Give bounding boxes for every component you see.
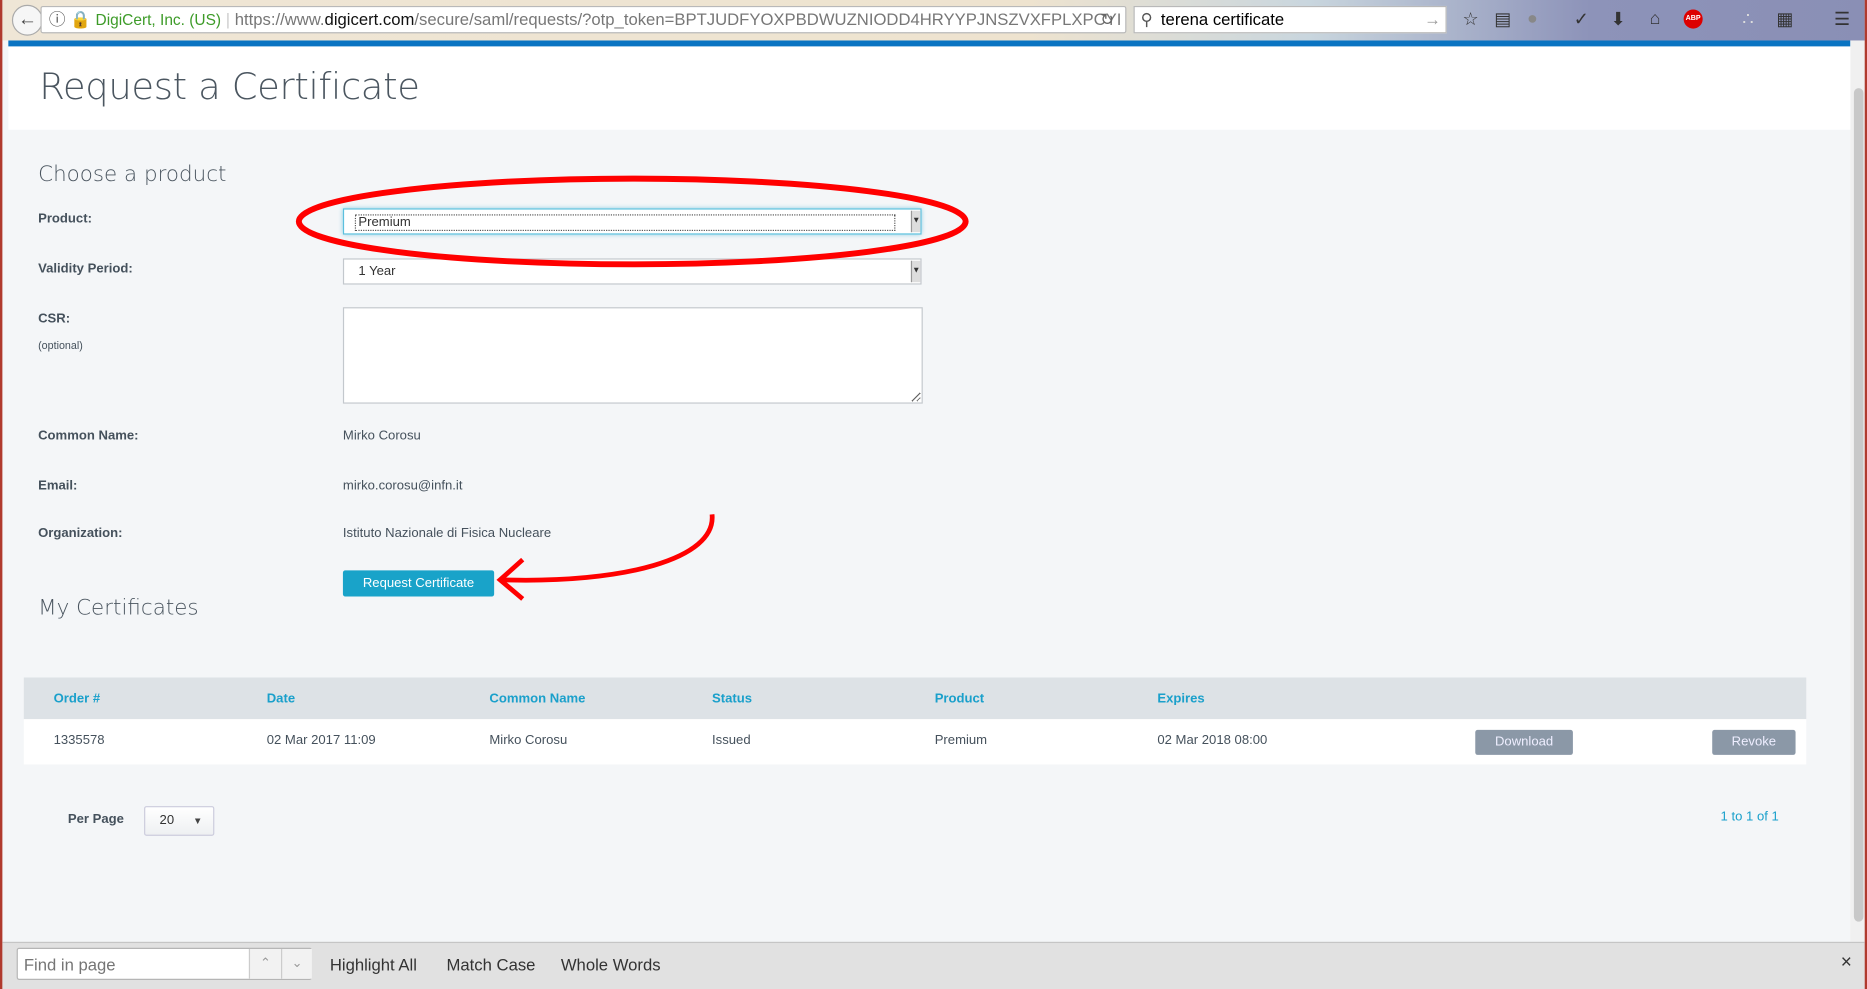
validity-select[interactable]: 1 Year ▼ <box>342 258 922 285</box>
column-status[interactable]: Status <box>712 692 752 706</box>
product: Premium <box>934 733 988 748</box>
status: Issued <box>712 733 751 748</box>
chevron-down-icon: ▼ <box>910 210 921 233</box>
column-product[interactable]: Product <box>935 692 984 706</box>
product-label: Product: <box>38 211 92 227</box>
common-name: Mirko Corosu <box>489 733 568 748</box>
find-field[interactable] <box>17 948 245 979</box>
url-bar[interactable]: ⓘ 🔒 DigiCert, Inc. (US) | https://www.di… <box>40 5 1127 34</box>
scrollbar[interactable] <box>1850 40 1865 942</box>
date: 02 Mar 2017 11:09 <box>266 733 376 748</box>
browser-window: ← ⓘ 🔒 DigiCert, Inc. (US) | https://www.… <box>0 0 1867 989</box>
pagination-info: 1 to 1 of 1 <box>1720 809 1779 824</box>
highlight-all-button[interactable]: Highlight All <box>330 955 417 974</box>
organization-label: Organization: <box>38 526 123 541</box>
validity-label: Validity Period: <box>38 261 133 277</box>
column-order[interactable]: Order # <box>54 692 101 706</box>
annotation-overlay <box>295 175 969 601</box>
whole-words-button[interactable]: Whole Words <box>561 955 661 974</box>
csr-label: CSR: <box>38 311 71 327</box>
revoke-button[interactable]: Revoke <box>1712 729 1796 755</box>
reload-icon[interactable]: ↻ <box>1100 10 1114 30</box>
per-page-label: Per Page <box>67 812 124 827</box>
chevron-down-icon: ▼ <box>192 815 203 827</box>
product-select[interactable]: Premium ▼ <box>342 208 922 235</box>
annotation-arrow <box>502 514 715 583</box>
choose-product-heading: Choose a product <box>38 161 227 187</box>
url-prefix: https://www. <box>234 9 325 29</box>
common-name-label: Common Name: <box>38 428 139 443</box>
avatar-icon[interactable]: ● <box>1521 8 1545 28</box>
clipboard-icon[interactable]: ▦ <box>1773 8 1797 30</box>
pocket-icon[interactable]: ✓ <box>1569 8 1593 30</box>
organization-value: Istituto Nazionale di Fisica Nucleare <box>342 526 552 541</box>
info-icon[interactable]: ⓘ <box>42 10 66 29</box>
find-input[interactable]: ⌃ ⌄ <box>16 947 312 980</box>
search-go-icon[interactable]: → <box>1424 7 1441 32</box>
request-certificate-button[interactable]: Request Certificate <box>342 570 495 597</box>
search-icon: ⚲ <box>1140 9 1153 29</box>
page-header: Request a Certificate <box>8 46 1851 130</box>
my-certificates-heading: My Certificates <box>38 595 199 621</box>
back-icon[interactable]: ← <box>11 4 43 36</box>
find-bar: ⌃ ⌄ Highlight All Match Case Whole Words… <box>2 941 1865 989</box>
chevron-down-icon: ▼ <box>910 260 921 283</box>
home-icon[interactable]: ⌂ <box>1643 8 1667 28</box>
menu-icon[interactable]: ☰ <box>1830 8 1854 30</box>
browser-toolbar: ← ⓘ 🔒 DigiCert, Inc. (US) | https://www.… <box>2 0 1865 41</box>
column-date[interactable]: Date <box>267 692 295 706</box>
find-previous-icon[interactable]: ⌃ <box>248 948 282 979</box>
csr-hint: (optional) <box>38 339 83 352</box>
extension-icon[interactable]: ∴ <box>1736 8 1760 30</box>
table-header: Order # Date Common Name Status Product … <box>23 677 1807 720</box>
lock-icon: 🔒 <box>70 9 91 29</box>
search-input[interactable]: ⚲ terena certificate → <box>1133 5 1447 34</box>
annotation-arrowhead <box>496 557 525 601</box>
close-icon[interactable]: × <box>1841 953 1852 974</box>
adblock-icon[interactable]: ABP <box>1683 9 1703 29</box>
common-name-value: Mirko Corosu <box>342 428 421 443</box>
table-row: 1335578 02 Mar 2017 11:09 Mirko Corosu I… <box>23 719 1807 765</box>
column-common-name[interactable]: Common Name <box>489 692 585 706</box>
star-icon[interactable]: ☆ <box>1459 8 1483 30</box>
page-title: Request a Certificate <box>39 65 420 109</box>
per-page-select[interactable]: 20 ▼ <box>144 806 215 836</box>
csr-textarea[interactable] <box>342 307 923 404</box>
expires: 02 Mar 2018 08:00 <box>1157 733 1268 748</box>
site-identity[interactable]: DigiCert, Inc. (US) <box>96 11 222 29</box>
email-value: mirko.corosu@infn.it <box>342 478 463 493</box>
reading-list-icon[interactable]: ▤ <box>1491 8 1515 30</box>
match-case-button[interactable]: Match Case <box>447 955 536 974</box>
download-button[interactable]: Download <box>1475 729 1573 755</box>
find-next-icon[interactable]: ⌄ <box>281 948 312 979</box>
url-domain: digicert.com <box>324 9 415 29</box>
url-path: /secure/saml/requests/?otp_token=BPTJUDF… <box>414 9 1122 29</box>
order-number: 1335578 <box>53 733 105 748</box>
download-icon[interactable]: ⬇ <box>1606 8 1630 30</box>
email-label: Email: <box>38 478 78 493</box>
column-expires[interactable]: Expires <box>1157 692 1204 706</box>
